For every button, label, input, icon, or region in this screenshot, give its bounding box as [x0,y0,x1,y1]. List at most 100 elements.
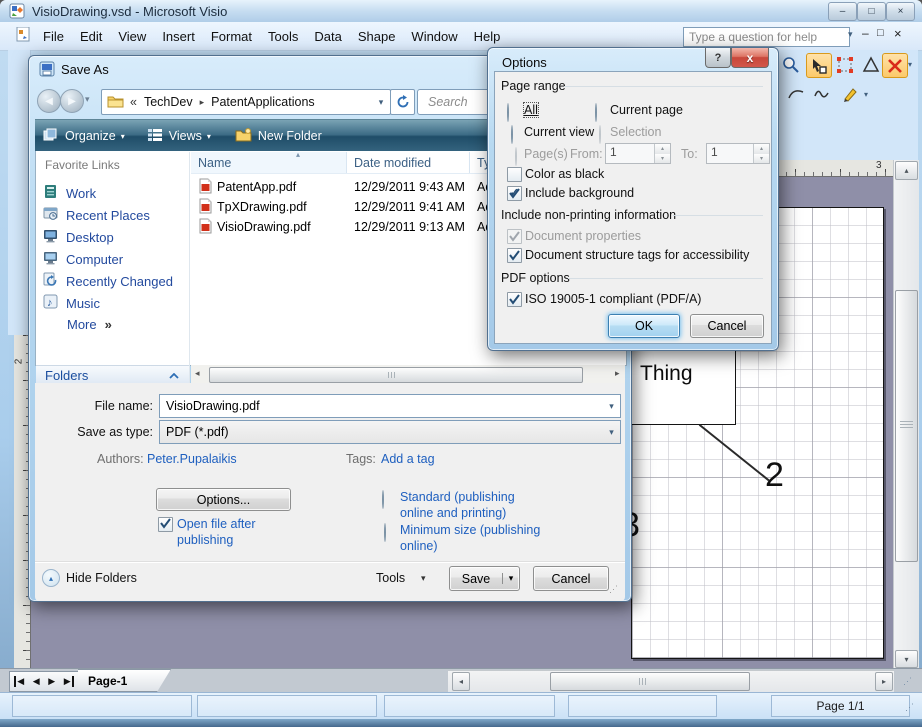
triangle-shape-tool-icon[interactable] [859,53,883,76]
vertical-scroll-thumb[interactable] [895,290,918,562]
all-radio-label[interactable]: All [524,103,538,117]
minimize-button[interactable]: – [828,2,857,21]
breadcrumb-techdev[interactable]: TechDev [144,95,193,109]
toolbar-overflow-icon[interactable]: ▾ [908,60,912,69]
cancel-button[interactable]: Cancel [533,566,609,591]
freeform-tool-icon[interactable] [810,82,834,105]
toolbar-overflow2-icon[interactable]: ▾ [864,90,868,99]
menu-format[interactable]: Format [203,25,260,48]
add-tag-link[interactable]: Add a tag [381,452,435,466]
doc-minimize-button[interactable]: – [862,26,869,40]
stepper-down-icon[interactable]: ▾ [754,154,769,164]
next-page-icon[interactable]: ▶ [48,676,55,687]
tools-dropdown-button[interactable]: Tools [376,571,405,585]
sidebar-item-recently-changed[interactable]: Recently Changed [43,272,173,290]
pointer-tool-icon[interactable] [806,53,832,78]
menu-tools[interactable]: Tools [260,25,306,48]
tools-dropdown-icon[interactable]: ▾ [421,573,426,584]
address-breadcrumb[interactable]: « TechDev ▸ PatentApplications ▾ [101,89,391,115]
back-button[interactable]: ◀ [37,89,61,113]
organize-dropdown-icon[interactable]: ▾ [121,132,125,141]
sidebar-more-link[interactable]: More » [67,317,112,332]
standard-radio[interactable] [382,490,384,509]
color-as-black-checkbox[interactable] [507,167,522,182]
to-page-stepper[interactable]: 1 ▴ ▾ [706,143,770,164]
save-split-dropdown-icon[interactable]: ▾ [502,573,519,584]
forward-button[interactable]: ▶ [60,89,84,113]
iso-compliant-label[interactable]: ISO 19005-1 compliant (PDF/A) [525,292,701,306]
zoom-tool-icon[interactable] [779,53,803,76]
sidebar-item-work[interactable]: Work [43,184,96,202]
menu-view[interactable]: View [110,25,154,48]
hide-folders-icon[interactable]: ▴ [42,569,60,587]
file-name-dropdown-icon[interactable]: ▾ [603,401,620,412]
hide-folders-button[interactable]: Hide Folders [66,571,137,585]
selection-radio[interactable] [599,125,601,144]
close-button[interactable]: × [886,2,915,21]
list-scroll-thumb[interactable] [209,367,583,383]
options-button[interactable]: Options... [156,488,291,511]
page-nav-buttons[interactable]: ◀ ◀ ▶ ▶ [9,671,79,692]
scroll-right-button[interactable]: ▸ [875,672,893,691]
maximize-button[interactable]: □ [857,2,886,21]
doc-close-button[interactable]: × [894,26,902,41]
pencil-tool-icon[interactable] [838,82,862,105]
pages-radio[interactable] [515,147,517,166]
first-page-icon[interactable]: ◀ [14,676,24,687]
file-name-input[interactable]: VisioDrawing.pdf ▾ [159,394,621,418]
views-button[interactable]: Views [169,129,202,143]
scroll-left-button[interactable]: ◂ [452,672,470,691]
document-tags-label[interactable]: Document structure tags for accessibilit… [525,248,749,262]
help-dropdown-icon[interactable]: ▾ [848,29,853,40]
page-1-tab[interactable]: Page-1 [78,669,171,692]
address-dropdown-icon[interactable]: ▾ [372,97,390,108]
scroll-up-button[interactable]: ▴ [895,161,918,180]
breadcrumb-overflow[interactable]: « [130,95,137,109]
help-question-input[interactable]: Type a question for help [683,27,850,47]
options-cancel-button[interactable]: Cancel [690,314,764,338]
last-page-icon[interactable]: ▶ [64,676,74,687]
standard-radio-label[interactable]: Standard (publishing online and printing… [400,489,545,521]
menu-edit[interactable]: Edit [72,25,110,48]
dialog-resize-grip-icon[interactable]: ⋰ [609,584,619,595]
save-type-dropdown-icon[interactable]: ▾ [603,427,620,438]
horizontal-scroll-thumb[interactable] [550,672,750,691]
minimum-radio[interactable] [384,523,386,542]
all-radio[interactable] [507,103,509,122]
breadcrumb-separator-icon[interactable]: ▸ [200,97,205,108]
breadcrumb-patentapplications[interactable]: PatentApplications [211,95,315,109]
ok-button[interactable]: OK [608,314,680,338]
save-type-select[interactable]: PDF (*.pdf) ▾ [159,420,621,444]
stepper-down-icon[interactable]: ▾ [655,154,670,164]
refresh-button[interactable] [390,89,415,115]
column-header-date[interactable]: Date modified [354,156,431,170]
current-page-radio-label[interactable]: Current page [610,103,683,117]
include-background-label[interactable]: Include background [525,186,634,200]
sidebar-item-computer[interactable]: Computer [43,250,123,268]
prev-page-icon[interactable]: ◀ [33,676,40,687]
menu-insert[interactable]: Insert [154,25,203,48]
history-dropdown-icon[interactable]: ▾ [85,94,90,105]
views-dropdown-icon[interactable]: ▾ [207,132,211,141]
from-page-stepper[interactable]: 1 ▴ ▾ [605,143,671,164]
delete-tool-icon[interactable] [882,53,908,78]
stepper-up-icon[interactable]: ▴ [655,144,670,154]
current-page-radio[interactable] [595,103,597,122]
new-folder-button[interactable]: New Folder [258,129,322,143]
organize-button[interactable]: Organize [65,129,116,143]
sidebar-item-music[interactable]: ♪ Music [43,294,100,312]
menu-help[interactable]: Help [466,25,509,48]
menu-window[interactable]: Window [403,25,465,48]
column-header-name[interactable]: Name [198,156,231,170]
dialog-close-button[interactable]: x [731,48,769,68]
menu-shape[interactable]: Shape [350,25,404,48]
statusbar-resize-grip-icon[interactable]: ⋰ [905,702,915,713]
current-view-radio[interactable] [511,125,513,144]
authors-value-link[interactable]: Peter.Pupalaikis [147,452,237,466]
sidebar-item-recent-places[interactable]: Recent Places [43,206,150,224]
save-button[interactable]: Save ▾ [449,566,520,591]
list-scroll-left-icon[interactable]: ◂ [195,368,200,379]
list-scroll-right-icon[interactable]: ▸ [615,368,620,379]
doc-restore-button[interactable]: □ [877,27,884,39]
scroll-down-button[interactable]: ▾ [895,650,918,668]
